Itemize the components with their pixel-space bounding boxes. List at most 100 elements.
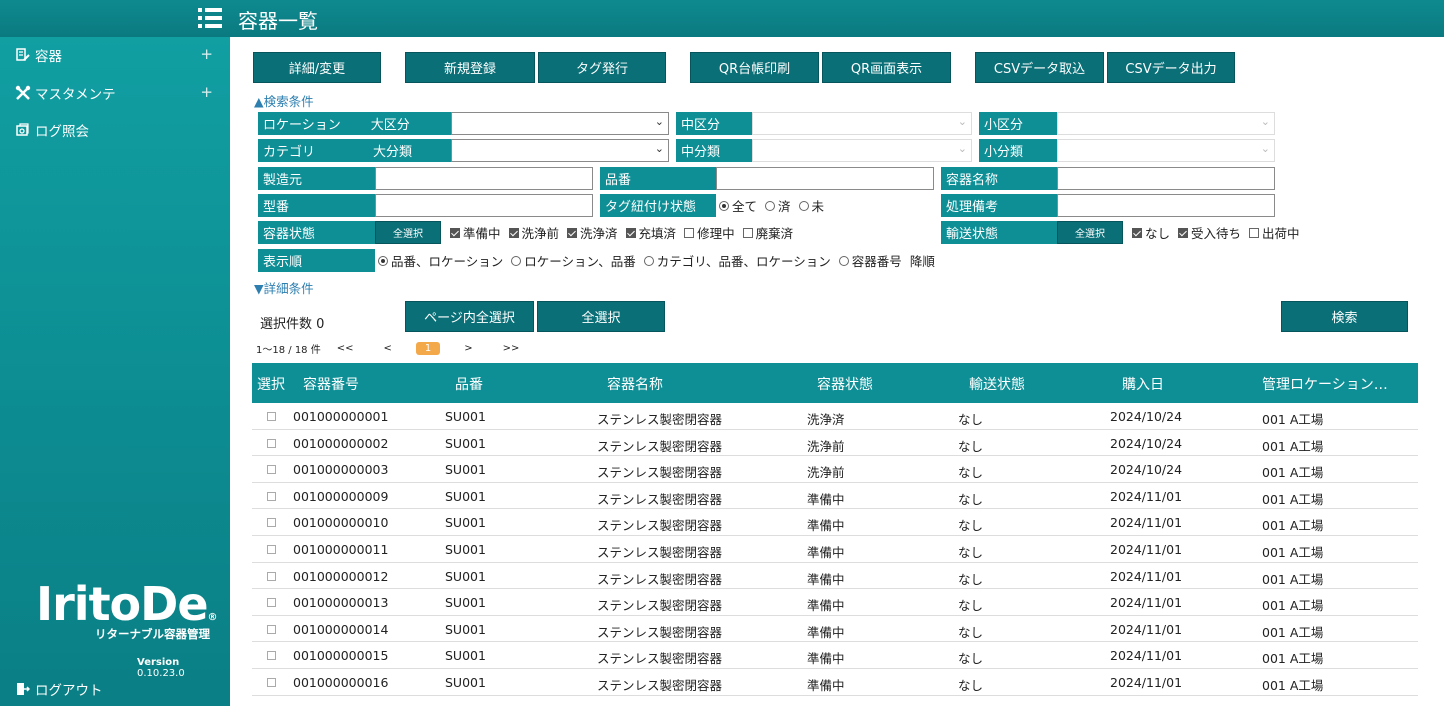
state-select-all-button[interactable]: 全選択: [375, 221, 441, 244]
remarks-input[interactable]: [1057, 194, 1275, 217]
expand-plus-icon[interactable]: +: [200, 45, 213, 63]
pager-page-1[interactable]: 1: [415, 342, 441, 355]
pager-last[interactable]: >>: [503, 343, 520, 354]
part-no-input[interactable]: [716, 167, 934, 190]
transport-select-all-button[interactable]: 全選択: [1057, 221, 1123, 244]
column-header-container-state[interactable]: 容器状態: [817, 374, 873, 394]
qr-display-button[interactable]: QR画面表示: [822, 52, 951, 83]
menu-icon[interactable]: [198, 7, 222, 29]
sidebar-item-container[interactable]: 容器 +: [14, 43, 219, 67]
row-select-checkbox[interactable]: [267, 412, 276, 421]
new-register-button[interactable]: 新規登録: [405, 52, 535, 83]
category-middle-label: 中分類: [676, 139, 752, 162]
sidebar-item-master[interactable]: マスタメンテ +: [14, 81, 219, 105]
table-row[interactable]: 001000000014 SU001 ステンレス製密閉容器 準備中 なし 2024/11/…: [252, 616, 1418, 643]
row-select-checkbox[interactable]: [267, 491, 276, 501]
column-header-container-name[interactable]: 容器名称: [607, 374, 663, 394]
cell-part-no: SU001: [445, 488, 486, 504]
model-input[interactable]: [375, 194, 593, 217]
main-content: 詳細/変更 新規登録 タグ発行 QR台帳印刷 QR画面表示 CSVデータ取込 C…: [230, 37, 1444, 706]
logout-icon: [14, 680, 32, 698]
column-header-purchase-date[interactable]: 購入日: [1122, 374, 1164, 394]
category-small-select[interactable]: ⌄: [1057, 139, 1275, 162]
column-header-transport-state[interactable]: 輸送状態: [969, 374, 1025, 394]
row-select-checkbox[interactable]: [267, 544, 276, 554]
state-option-disposed[interactable]: 廃棄済: [742, 223, 793, 242]
state-option-before-wash[interactable]: 洗浄前: [508, 223, 559, 242]
table-row[interactable]: 001000000010 SU001 ステンレス製密閉容器 準備中 なし 2024/11/…: [252, 509, 1418, 536]
tag-option-none[interactable]: 未: [798, 196, 824, 215]
location-large-select[interactable]: ⌄: [451, 112, 669, 135]
location-middle-select[interactable]: ⌄: [752, 112, 972, 135]
order-option-container-no[interactable]: 容器番号: [838, 251, 902, 270]
row-select-checkbox[interactable]: [267, 465, 276, 475]
table-row[interactable]: 001000000003 SU001 ステンレス製密閉容器 洗浄前 なし 2024/10/…: [252, 456, 1418, 483]
cell-container-state: 洗浄済: [807, 412, 845, 427]
category-middle-select[interactable]: ⌄: [752, 139, 972, 162]
tag-issue-button[interactable]: タグ発行: [538, 52, 666, 83]
detail-edit-button[interactable]: 詳細/変更: [253, 52, 381, 83]
table-row[interactable]: 001000000009 SU001 ステンレス製密閉容器 準備中 なし 2024/11/…: [252, 483, 1418, 510]
cell-purchase-date: 2024/11/01: [1110, 515, 1183, 531]
sidebar-item-log[interactable]: ログ照会: [14, 118, 219, 142]
csv-export-button[interactable]: CSVデータ出力: [1107, 52, 1235, 83]
tag-option-all[interactable]: 全て: [719, 196, 757, 215]
table-row[interactable]: 001000000002 SU001 ステンレス製密閉容器 洗浄前 なし 2024/10/…: [252, 430, 1418, 457]
chevron-down-icon: ⌄: [654, 115, 664, 128]
location-small-select[interactable]: ⌄: [1057, 112, 1275, 135]
expand-plus-icon[interactable]: +: [200, 83, 213, 101]
table-row[interactable]: 001000000015 SU001 ステンレス製密閉容器 準備中 なし 2024/11/…: [252, 642, 1418, 669]
pager-prev[interactable]: <: [383, 343, 391, 354]
model-label: 型番: [258, 194, 375, 217]
tag-option-done[interactable]: 済: [765, 196, 791, 215]
state-option-repair[interactable]: 修理中: [684, 223, 735, 242]
row-select-checkbox[interactable]: [267, 677, 276, 687]
page-select-all-button[interactable]: ページ内全選択: [405, 301, 534, 332]
logout-button[interactable]: ログアウト: [14, 677, 219, 701]
row-select-checkbox[interactable]: [267, 438, 276, 448]
row-select-checkbox[interactable]: [267, 624, 276, 634]
transport-option-none[interactable]: なし: [1132, 223, 1170, 242]
select-all-button[interactable]: 全選択: [537, 301, 665, 332]
transport-option-awaiting[interactable]: 受入待ち: [1178, 223, 1241, 242]
chevron-down-icon: ⌄: [1260, 142, 1270, 155]
pager-first[interactable]: <<: [337, 343, 354, 354]
row-select-checkbox[interactable]: [267, 598, 276, 608]
state-option-filled[interactable]: 充填済: [625, 223, 676, 242]
transport-option-shipping[interactable]: 出荷中: [1249, 223, 1300, 242]
column-header-location[interactable]: 管理ロケーション…: [1262, 374, 1388, 394]
pager-next[interactable]: >: [464, 343, 472, 354]
row-select-checkbox[interactable]: [267, 571, 276, 581]
table-row[interactable]: 001000000001 SU001 ステンレス製密閉容器 洗浄済 なし 2024/10/…: [252, 403, 1418, 430]
order-desc-option[interactable]: 降順: [910, 251, 935, 270]
table-row[interactable]: 001000000016 SU001 ステンレス製密閉容器 準備中 なし 2024/11/…: [252, 669, 1418, 696]
column-header-part-no[interactable]: 品番: [455, 374, 483, 394]
qr-print-button[interactable]: QR台帳印刷: [690, 52, 819, 83]
cell-container-state: 準備中: [807, 518, 845, 534]
table-row[interactable]: 001000000011 SU001 ステンレス製密閉容器 準備中 なし 2024/11/…: [252, 536, 1418, 563]
cell-location: 001 A工場: [1262, 624, 1324, 640]
cell-purchase-date: 2024/10/24: [1110, 435, 1183, 451]
column-header-container-no[interactable]: 容器番号: [303, 374, 359, 394]
column-header-select[interactable]: 選択: [257, 374, 285, 394]
row-select-checkbox[interactable]: [267, 518, 276, 528]
row-select-checkbox[interactable]: [267, 651, 276, 661]
table-row[interactable]: 001000000012 SU001 ステンレス製密閉容器 準備中 なし 2024/11/…: [252, 563, 1418, 590]
search-conditions-toggle[interactable]: ▲検索条件: [254, 91, 314, 110]
selected-count: 選択件数 0: [260, 317, 325, 332]
order-option-part-location[interactable]: 品番、ロケーション: [378, 251, 503, 270]
state-option-washed[interactable]: 洗浄済: [567, 223, 618, 242]
csv-import-button[interactable]: CSVデータ取込: [975, 52, 1104, 83]
state-option-preparing[interactable]: 準備中: [450, 223, 501, 242]
maker-label: 製造元: [258, 167, 375, 190]
sidebar: 容器 + マスタメンテ + ログ照会 IritoDe® リターナブル容器管理 V…: [0, 37, 230, 706]
order-option-category[interactable]: カテゴリ、品番、ロケーション: [643, 251, 831, 270]
container-name-input[interactable]: [1057, 167, 1275, 190]
maker-input[interactable]: [375, 167, 593, 190]
detail-conditions-toggle[interactable]: ▼詳細条件: [254, 278, 314, 297]
cell-container-no: 001000000010: [293, 515, 389, 531]
category-large-select[interactable]: ⌄: [451, 139, 669, 162]
search-button[interactable]: 検索: [1281, 301, 1408, 332]
order-option-location-part[interactable]: ロケーション、品番: [511, 251, 636, 270]
table-row[interactable]: 001000000013 SU001 ステンレス製密閉容器 準備中 なし 2024/11/…: [252, 589, 1418, 616]
